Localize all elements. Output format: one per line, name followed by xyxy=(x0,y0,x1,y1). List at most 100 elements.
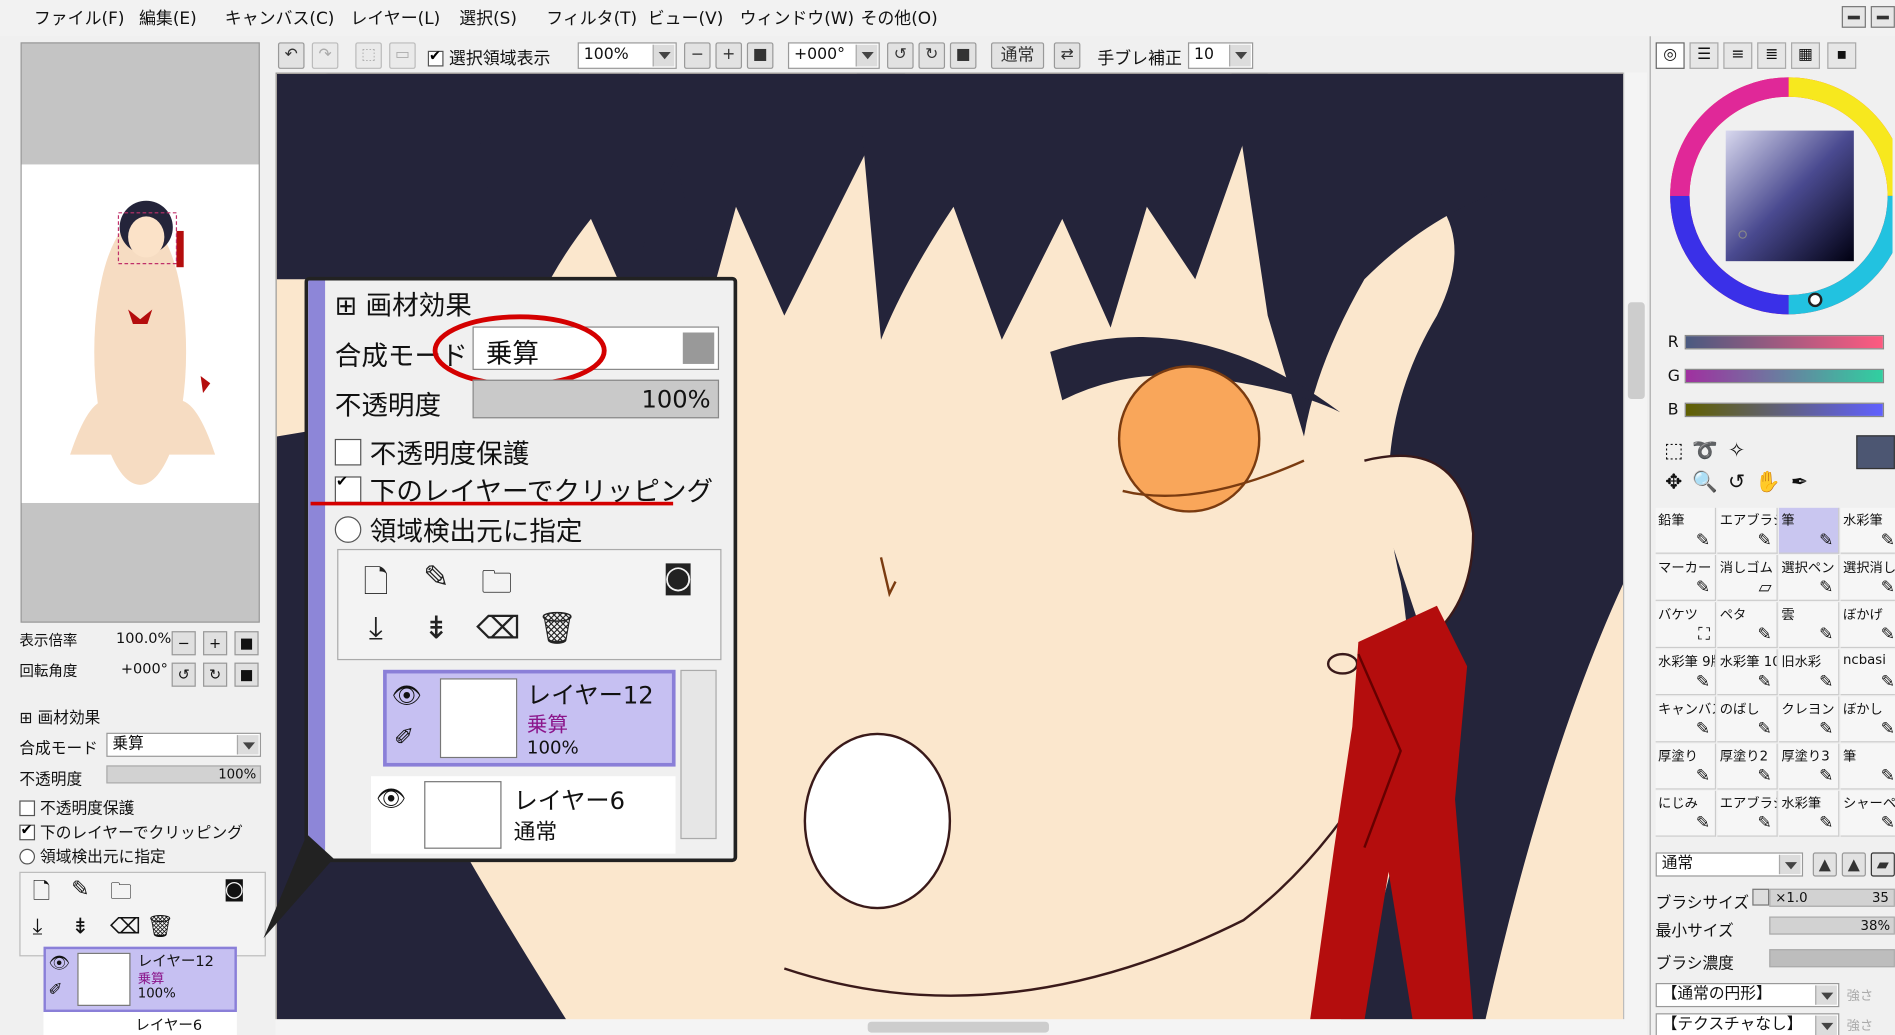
primary-color-swatch[interactable] xyxy=(1856,435,1895,470)
brush-ncbasi[interactable]: ncbasi ✎ xyxy=(1840,649,1895,696)
rotate-icon[interactable]: ↺ xyxy=(1723,469,1750,496)
brush-pencil[interactable]: 鉛筆 ✎ xyxy=(1655,507,1717,554)
rotate-right-icon[interactable]: ↻ xyxy=(918,42,946,69)
menu-view[interactable]: ビュー(V) xyxy=(648,6,724,30)
mask-icon[interactable]: ◙ xyxy=(657,560,698,596)
color-mixer-tab-icon[interactable]: ≣ xyxy=(1757,42,1787,69)
show-selection-checkbox[interactable] xyxy=(427,47,444,67)
preserve-opacity-checkbox[interactable] xyxy=(19,800,36,817)
preserve-opacity-option[interactable]: 不透明度保護 xyxy=(19,796,134,819)
eye-icon[interactable]: 👁 xyxy=(392,681,423,710)
trash-icon[interactable]: 🗑 xyxy=(146,914,174,939)
g-slider[interactable] xyxy=(1684,368,1885,384)
selection-source-option[interactable]: 領域検出元に指定 xyxy=(19,844,166,867)
brush-blend-select[interactable]: 通常 xyxy=(1655,852,1804,877)
callout-layer-row-12[interactable]: 👁 ✐ レイヤー12 乗算 100% xyxy=(383,669,676,767)
rect-select-icon[interactable]: ⬚ xyxy=(1660,438,1687,465)
brush-smudge[interactable]: のばし ✎ xyxy=(1717,696,1778,743)
clipping-checkbox[interactable] xyxy=(19,821,36,841)
new-folder-icon[interactable]: 🗀 xyxy=(476,560,517,613)
brush-thick-paint-3[interactable]: 厚塗り3 ✎ xyxy=(1778,743,1840,790)
new-layer-icon[interactable]: 🗋 xyxy=(33,877,51,913)
canvas-horizontal-scrollbar[interactable] xyxy=(275,1019,1648,1035)
undo-icon[interactable]: ↶ xyxy=(277,42,305,69)
scratchpad-tab-icon[interactable]: ▪ xyxy=(1827,42,1857,69)
redo-icon[interactable]: ↷ xyxy=(311,42,339,69)
brush-blur-a[interactable]: ぼかげ ✎ xyxy=(1840,602,1895,649)
eye-icon[interactable]: 👁 xyxy=(376,783,407,812)
callout-preserve-checkbox[interactable] xyxy=(334,438,362,466)
brush-blur[interactable]: ぼかし ✎ xyxy=(1840,696,1895,743)
new-linework-layer-icon[interactable]: ✎ xyxy=(416,560,457,596)
menu-canvas[interactable]: キャンバス(C) xyxy=(225,6,335,30)
menu-filter[interactable]: フィルタ(T) xyxy=(546,6,637,30)
new-layer-icon[interactable]: 🗋 xyxy=(355,560,396,613)
nav-zoom-out-icon[interactable]: − xyxy=(171,631,196,656)
brush-mechanical-pencil[interactable]: シャーペン✎ xyxy=(1840,790,1895,837)
deselect-icon[interactable]: ⬚ xyxy=(355,42,382,69)
brush-bleed[interactable]: にじみ ✎ xyxy=(1655,790,1717,837)
callout-opacity-slider[interactable]: 100% xyxy=(472,379,720,419)
brush-pen-2[interactable]: 筆 ✎ xyxy=(1840,743,1895,790)
zoom-icon[interactable]: 🔍 xyxy=(1692,469,1719,496)
scroll-thumb[interactable] xyxy=(1627,302,1645,400)
rotation-select[interactable]: +000° xyxy=(787,42,880,69)
navigator-thumbnail[interactable] xyxy=(21,164,259,503)
rotate-left-icon[interactable]: ↺ xyxy=(887,42,914,69)
flip-horizontal-icon[interactable]: ⇄ xyxy=(1053,42,1081,69)
zoom-in-icon[interactable]: + xyxy=(715,42,743,69)
brush-select-eraser[interactable]: 選択消し ✎ xyxy=(1840,554,1895,601)
clipping-option[interactable]: 下のレイヤーでクリッピング xyxy=(19,820,243,843)
brush-shape-select[interactable]: 【通常の円形】 xyxy=(1655,982,1840,1008)
nav-rotate-right-icon[interactable]: ↻ xyxy=(203,662,228,687)
callout-layer-row-6[interactable]: 👁 レイヤー6 通常 xyxy=(371,776,676,854)
brush-pen[interactable]: 筆 ✎ xyxy=(1778,507,1840,554)
color-wheel-tab-icon[interactable]: ◎ xyxy=(1655,42,1685,69)
min-size-slider[interactable]: 38% xyxy=(1769,916,1895,935)
callout-selection-radio[interactable] xyxy=(334,516,362,543)
transfer-down-icon[interactable]: ⇟ xyxy=(71,914,89,939)
hsv-slider-tab-icon[interactable]: ≡ xyxy=(1723,42,1753,69)
callout-selection-source[interactable]: 領域検出元に指定 xyxy=(334,510,583,549)
callout-layer-scrollbar[interactable] xyxy=(680,669,717,840)
brush-watercolor-10[interactable]: 水彩筆 10版✎ xyxy=(1717,649,1778,696)
canvas-vertical-scrollbar[interactable] xyxy=(1623,72,1648,1020)
brush-edge-mid-icon[interactable]: ▲ xyxy=(1841,852,1866,877)
menu-file[interactable]: ファイル(F) xyxy=(34,6,125,30)
brush-lock-icon[interactable]: ✐ xyxy=(394,722,414,751)
menu-other[interactable]: その他(O) xyxy=(860,6,937,30)
layer-row-6[interactable]: レイヤー6 xyxy=(43,1012,237,1035)
clear-layer-icon[interactable]: ⌫ xyxy=(110,914,141,939)
restore-button[interactable] xyxy=(1870,6,1895,28)
mask-icon[interactable]: ◙ xyxy=(224,877,245,902)
menu-window[interactable]: ウィンドウ(W) xyxy=(740,6,855,30)
callout-preserve-opacity[interactable]: 不透明度保護 xyxy=(334,433,529,472)
eye-icon[interactable]: 👁 xyxy=(48,954,69,973)
minimize-button[interactable] xyxy=(1841,6,1866,28)
brush-size-slider[interactable]: ×1.0 35 xyxy=(1769,888,1895,907)
menu-selection[interactable]: 選択(S) xyxy=(459,6,517,30)
scroll-thumb[interactable] xyxy=(867,1021,1049,1033)
invert-selection-icon[interactable]: ▭ xyxy=(389,42,416,69)
blend-normal-button[interactable]: 通常 xyxy=(990,42,1045,69)
lasso-icon[interactable]: ➰ xyxy=(1692,438,1719,465)
brush-thick-paint-2[interactable]: 厚塗り2 ✎ xyxy=(1717,743,1778,790)
brush-airbrush[interactable]: エアブラシ✎ xyxy=(1717,507,1778,554)
blend-mode-select[interactable]: 乗算 xyxy=(106,732,262,757)
brush-lock-icon[interactable]: ✐ xyxy=(48,981,62,1000)
brush-texture-select[interactable]: 【テクスチャなし】 xyxy=(1655,1013,1840,1035)
zoom-out-icon[interactable]: − xyxy=(684,42,711,69)
show-selection-toggle[interactable]: 選択領域表示 xyxy=(427,46,550,70)
opacity-slider[interactable]: 100% xyxy=(106,765,262,784)
merge-down-icon[interactable]: ⤓ xyxy=(33,914,43,939)
brush-eraser[interactable]: 消しゴム ▱ xyxy=(1717,554,1778,601)
brush-select-pen[interactable]: 選択ペン ✎ xyxy=(1778,554,1840,601)
texture-effect-header[interactable]: ⊞ 画材効果 xyxy=(19,705,100,728)
brush-flat[interactable]: ペタ ✎ xyxy=(1717,602,1778,649)
b-slider[interactable] xyxy=(1684,402,1885,418)
brush-airbrush-2[interactable]: エアブラシ✎ xyxy=(1717,790,1778,837)
nav-rotate-left-icon[interactable]: ↺ xyxy=(171,662,196,687)
new-linework-layer-icon[interactable]: ✎ xyxy=(71,877,89,902)
brush-watercolor-9[interactable]: 水彩筆 9版✎ xyxy=(1655,649,1717,696)
menu-edit[interactable]: 編集(E) xyxy=(139,6,197,30)
